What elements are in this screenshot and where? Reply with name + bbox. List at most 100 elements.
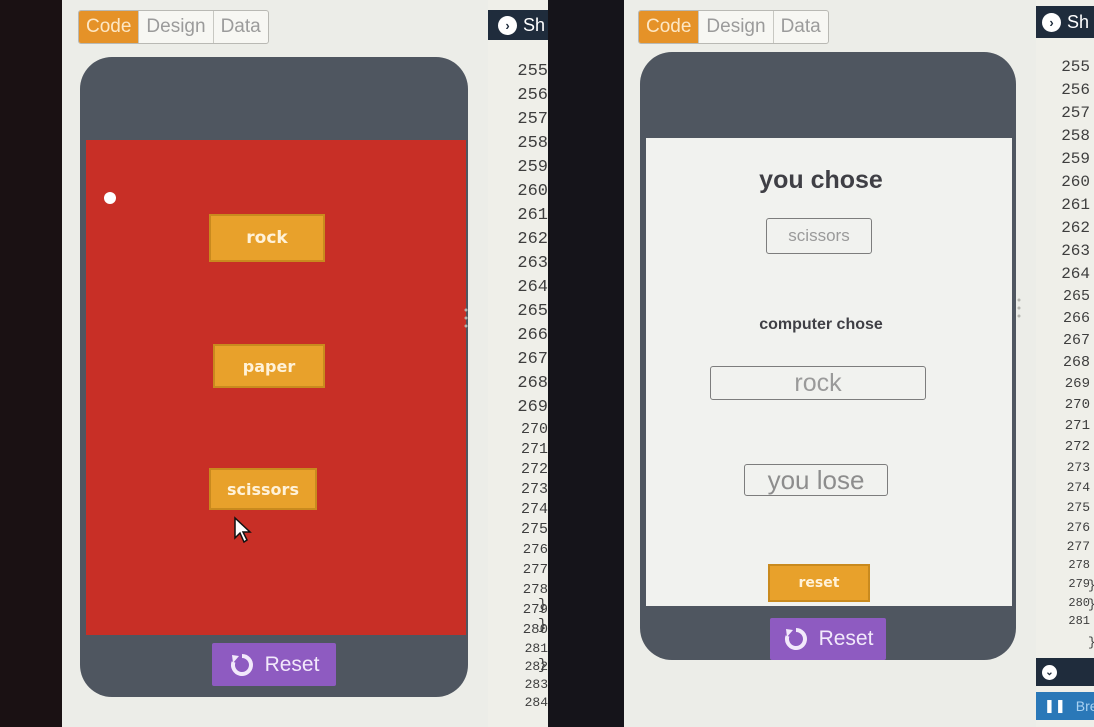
line-number: 269 <box>517 398 548 417</box>
tab-code[interactable]: Code <box>639 11 700 43</box>
code-braces: } }; }); <box>538 596 548 676</box>
line-number: 258 <box>1061 127 1090 145</box>
you-chose-field: scissors <box>766 218 872 254</box>
line-number: 260 <box>517 182 548 201</box>
monitor-bezel <box>548 0 624 727</box>
line-number: 272 <box>520 461 548 478</box>
line-number: 256 <box>517 86 548 105</box>
code-brace-279: } <box>1088 595 1094 614</box>
line-number: 264 <box>517 278 548 297</box>
rock-button[interactable]: rock <box>209 214 325 262</box>
line-number: 261 <box>1061 196 1090 214</box>
app-screen: rock paper scissors <box>86 140 466 635</box>
chevron-right-icon: › <box>498 15 517 35</box>
line-number: 277 <box>1066 539 1090 554</box>
result-field: you lose <box>744 464 888 496</box>
line-number: 258 <box>517 134 548 153</box>
show-blocks-toggle[interactable]: › Sh <box>1036 6 1094 38</box>
right-code-braces: } } } <box>1088 576 1094 652</box>
line-number: 264 <box>1061 265 1090 283</box>
app-lab-workspace: Code Design Data rock paper scissors Res… <box>62 0 488 727</box>
line-number: 274 <box>520 501 548 518</box>
line-number: 255 <box>517 62 548 81</box>
line-number: 276 <box>1066 520 1090 535</box>
app-screen: you chose scissors computer chose rock y… <box>646 138 1012 606</box>
line-number: 277 <box>522 562 548 578</box>
debug-break-button[interactable]: ❚❚ Bre <box>1036 692 1094 720</box>
line-number: 267 <box>517 350 548 369</box>
line-number: 267 <box>1062 332 1090 349</box>
line-number: 265 <box>517 302 548 321</box>
emulator-reset-button[interactable]: Reset <box>212 643 336 686</box>
computer-chose-label: computer chose <box>759 316 883 333</box>
view-mode-tabs: Code Design Data <box>78 10 269 44</box>
line-number: 262 <box>517 230 548 249</box>
code-editor-gutter: › Sh 255 256 257 258 259 260 261 262 263… <box>1036 0 1094 727</box>
dot-marker <box>104 192 116 204</box>
line-number: 263 <box>517 254 548 273</box>
line-number: 273 <box>1066 460 1090 475</box>
panel-resize-grip[interactable] <box>463 306 469 330</box>
break-button-label: Bre <box>1075 698 1094 714</box>
chevron-down-icon[interactable]: ⌄ <box>1042 664 1057 680</box>
code-brace-278: } <box>1088 576 1094 595</box>
code-brace-279: }; <box>538 617 548 634</box>
line-number: 268 <box>517 374 548 393</box>
tab-code[interactable]: Code <box>79 11 140 43</box>
show-button-label: Sh <box>1067 11 1090 32</box>
line-number: 263 <box>1061 242 1090 260</box>
phone-emulator: you chose scissors computer chose rock y… <box>640 52 1016 660</box>
reset-label: Reset <box>264 652 320 676</box>
reset-label: Reset <box>818 627 874 650</box>
line-number: 271 <box>1064 418 1090 434</box>
line-number: 271 <box>520 441 548 458</box>
line-number: 266 <box>1062 310 1090 327</box>
line-number: 269 <box>1064 376 1090 392</box>
line-number: 261 <box>517 206 548 225</box>
panel-resize-grip[interactable] <box>1016 296 1022 320</box>
right-photo: Code Design Data you chose scissors comp… <box>548 0 1094 727</box>
line-number: 260 <box>1061 173 1090 191</box>
line-number: 278 <box>1068 558 1090 572</box>
show-button-label: Sh <box>523 14 546 35</box>
line-number: 281 <box>1068 614 1090 628</box>
tab-design[interactable]: Design <box>699 11 774 43</box>
computer-chose-field: rock <box>710 366 926 400</box>
chevron-right-icon: › <box>1042 12 1061 32</box>
tab-data[interactable]: Data <box>774 11 828 43</box>
scissors-button[interactable]: scissors <box>209 468 317 510</box>
line-number: 268 <box>1062 354 1090 371</box>
app-lab-workspace: Code Design Data you chose scissors comp… <box>624 0 1036 727</box>
you-chose-label: you chose <box>759 166 883 194</box>
line-number: 265 <box>1062 288 1090 305</box>
line-number: 280 <box>1068 596 1090 610</box>
line-number: 257 <box>517 110 548 129</box>
line-number: 259 <box>1061 150 1090 168</box>
line-number: 259 <box>517 158 548 177</box>
line-number: 270 <box>520 421 548 438</box>
reset-icon <box>230 653 253 676</box>
app-reset-button[interactable]: reset <box>768 564 870 602</box>
line-number: 274 <box>1066 480 1090 495</box>
tab-data[interactable]: Data <box>214 11 268 43</box>
tab-design[interactable]: Design <box>139 11 214 43</box>
line-numbers: 255 256 257 258 259 260 261 262 263 264 … <box>1036 56 1090 630</box>
line-number: 283 <box>524 677 548 692</box>
left-photo: Code Design Data rock paper scissors Res… <box>0 0 548 727</box>
line-number: 275 <box>1066 500 1090 515</box>
line-number: 272 <box>1064 439 1090 455</box>
line-number: 284 <box>524 695 548 710</box>
line-number: 257 <box>1061 104 1090 122</box>
phone-emulator: rock paper scissors Reset <box>80 57 468 697</box>
emulator-reset-button[interactable]: Reset <box>770 618 886 660</box>
line-number: 266 <box>517 326 548 345</box>
code-brace-278: } <box>538 597 548 614</box>
line-number: 275 <box>520 521 548 538</box>
code-brace-281: }); <box>538 657 548 674</box>
show-blocks-toggle[interactable]: › Sh <box>488 10 548 40</box>
line-number: 279 <box>1068 577 1090 591</box>
line-number: 273 <box>520 481 548 498</box>
code-brace-281: } <box>1088 633 1094 652</box>
paper-button[interactable]: paper <box>213 344 325 388</box>
pause-icon: ❚❚ <box>1044 698 1066 714</box>
